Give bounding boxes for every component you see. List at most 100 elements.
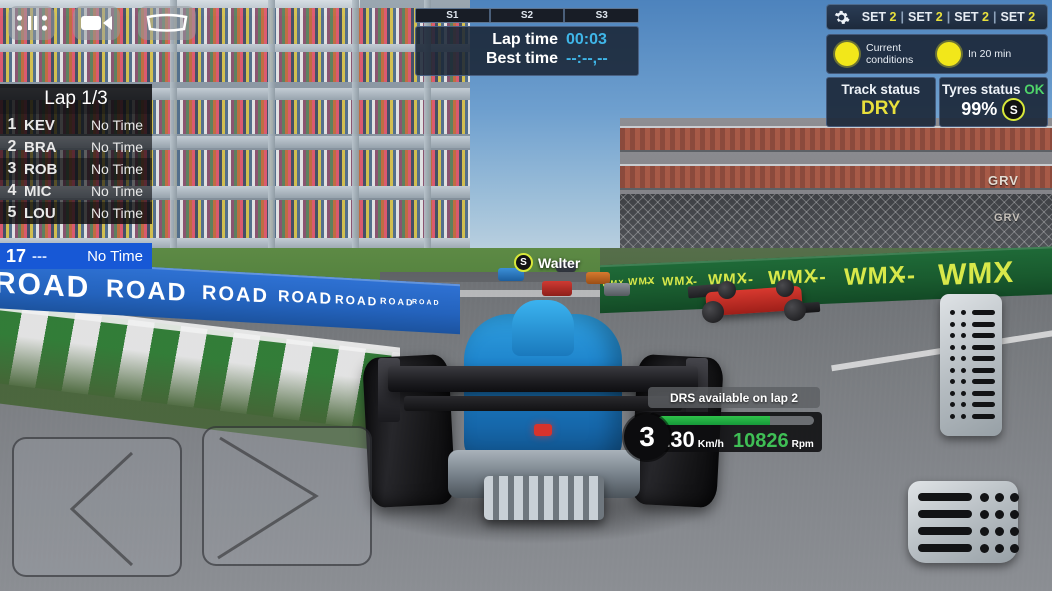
tyre-set-label: SET: [954, 10, 979, 24]
tyres-status-text: Tyres status: [941, 82, 1021, 97]
pedal-perforation: [950, 321, 955, 327]
tyre-set-label: SET: [1000, 10, 1025, 24]
pedal-perforation: [950, 390, 955, 396]
pedal-perforation: [950, 333, 955, 338]
chevron-right-icon: [217, 436, 319, 560]
game-screen: GRV GRV ROAD ROAD ROAD ROAD ROAD ROAD RO…: [0, 0, 1052, 591]
row-position: 2: [7, 138, 17, 155]
player-position: 17: [5, 245, 27, 266]
gear-value: 3: [639, 421, 655, 452]
pause-button[interactable]: [8, 6, 55, 40]
pedal-perforation: [961, 402, 966, 407]
pedal-perforation: [972, 390, 995, 396]
steer-left-button[interactable]: [12, 437, 182, 577]
best-time-row: Best time --:--,--: [426, 50, 628, 69]
leaderboard-rows: 1 KEV No Time 2 BRA No Time 3 ROB No Time 4 MIC No …: [0, 114, 152, 224]
pause-icon: [16, 15, 47, 31]
leaderboard-row: 5 LOU No Time: [0, 202, 152, 224]
crowd-row: [0, 52, 470, 82]
rpm-unit: Rpm: [791, 439, 814, 450]
tyre-set-separator: |: [900, 10, 905, 24]
timing-panel: S1 S2 S3 Lap time 00:03 Best time --:--,--: [415, 8, 639, 76]
pedal-perforation: [961, 310, 966, 315]
pedal-perforation: [1010, 544, 1019, 553]
opponent-car: [604, 283, 630, 296]
pedal-perforation: [961, 344, 966, 350]
pedal-perforation: [972, 367, 995, 373]
camera-icon: [80, 16, 112, 30]
camera-button[interactable]: [73, 6, 120, 40]
speed-readout: 130 Km/h 10826 Rpm: [658, 427, 814, 453]
track-status-label: Track status: [841, 82, 921, 97]
row-position: 1: [7, 116, 17, 133]
drs-message: DRS available on lap 2: [669, 390, 799, 405]
track-status-box: Track status DRY: [826, 77, 936, 127]
pedal-perforation: [1010, 527, 1019, 536]
tyre-set-item: SET 2: [954, 10, 989, 24]
time-readout: Lap time 00:03 Best time --:--,--: [415, 26, 639, 76]
lap-time-row: Lap time 00:03: [426, 31, 628, 50]
status-row: Track status DRY Tyres status OK 99% S: [826, 77, 1048, 127]
tyre-set-item: SET 2: [908, 10, 943, 24]
brake-pedal[interactable]: [940, 294, 1002, 436]
sun-icon: [831, 38, 863, 70]
speedometer-panel: 130 Km/h 10826 Rpm: [650, 412, 822, 452]
pedal-perforation: [950, 367, 955, 373]
top-right-hud: SET 2 | SET 2 | SET 2 | SET 2 Current conditio…: [826, 4, 1048, 127]
row-position: 5: [7, 204, 17, 221]
tyre-sets-bar[interactable]: SET 2 | SET 2 | SET 2 | SET 2: [826, 4, 1048, 30]
grandstand-tier: [620, 126, 1052, 152]
pedal-perforation: [950, 402, 955, 407]
steer-right-button[interactable]: [202, 426, 372, 566]
sector-segment: S2: [488, 9, 564, 22]
tyres-status-box: Tyres status OK 99% S: [938, 77, 1048, 127]
car-tyre: [718, 281, 736, 299]
grandstand-sign: GRV: [988, 173, 1019, 188]
row-time: No Time: [90, 161, 144, 177]
tyres-status-value: 99% S: [940, 98, 1048, 121]
pedal-perforation: [972, 310, 995, 315]
sun-icon: [933, 38, 965, 70]
rpm-bar-track: [658, 416, 814, 425]
tyre-set-item: SET 2: [862, 10, 897, 24]
pedal-perforation: [918, 493, 972, 501]
speed-unit: Km/h: [697, 438, 724, 450]
tyre-set-count: 2: [935, 10, 943, 24]
rpm-value: 10826: [732, 430, 789, 452]
track-status-value: DRY: [861, 98, 901, 119]
gantry-pillar: [352, 0, 359, 262]
row-position: 4: [7, 182, 17, 199]
opponent-car: [542, 281, 572, 296]
weather-forecast-label: In 20 min: [968, 47, 1012, 60]
grandstand-right: [620, 118, 1052, 268]
weather-current: Current conditions: [831, 38, 937, 70]
tyre-set-count: 2: [889, 10, 897, 24]
barrier-text: WMX: [938, 255, 1015, 293]
rear-view-mirror-button[interactable]: [138, 6, 196, 40]
mirror-icon: [146, 13, 188, 32]
leaderboard-row: 2 BRA No Time: [0, 136, 152, 158]
leaderboard-player-row: 17 --- No Time: [0, 243, 152, 269]
barrier-separator: --: [898, 262, 916, 290]
tyre-set-separator: |: [946, 10, 951, 24]
tyre-set-label: SET: [908, 10, 933, 24]
gear-indicator: 3: [624, 414, 670, 460]
accelerator-pedal[interactable]: [908, 481, 1019, 563]
row-driver: ROB: [24, 160, 58, 178]
tyre-compound-badge: S: [1002, 98, 1026, 121]
rpm-bar-fill: [658, 416, 771, 425]
barrier-text: WMX: [844, 261, 906, 292]
player-car-airbox: [512, 300, 574, 356]
driver-name-tag: S Walter: [514, 253, 580, 272]
leaderboard-row: 1 KEV No Time: [0, 114, 152, 136]
pedal-perforation: [961, 321, 966, 327]
player-car-diffuser: [484, 476, 604, 520]
tyres-percent: 99%: [961, 99, 998, 119]
weather-forecast: In 20 min: [933, 38, 1039, 70]
pedal-perforation: [995, 527, 1004, 536]
pedal-perforation: [980, 544, 989, 553]
sector-segment: S1: [416, 9, 489, 22]
row-driver: BRA: [24, 138, 57, 156]
weather-panel: Current conditions In 20 min: [826, 34, 1048, 74]
tyres-status-label: Tyres status OK: [940, 82, 1048, 97]
